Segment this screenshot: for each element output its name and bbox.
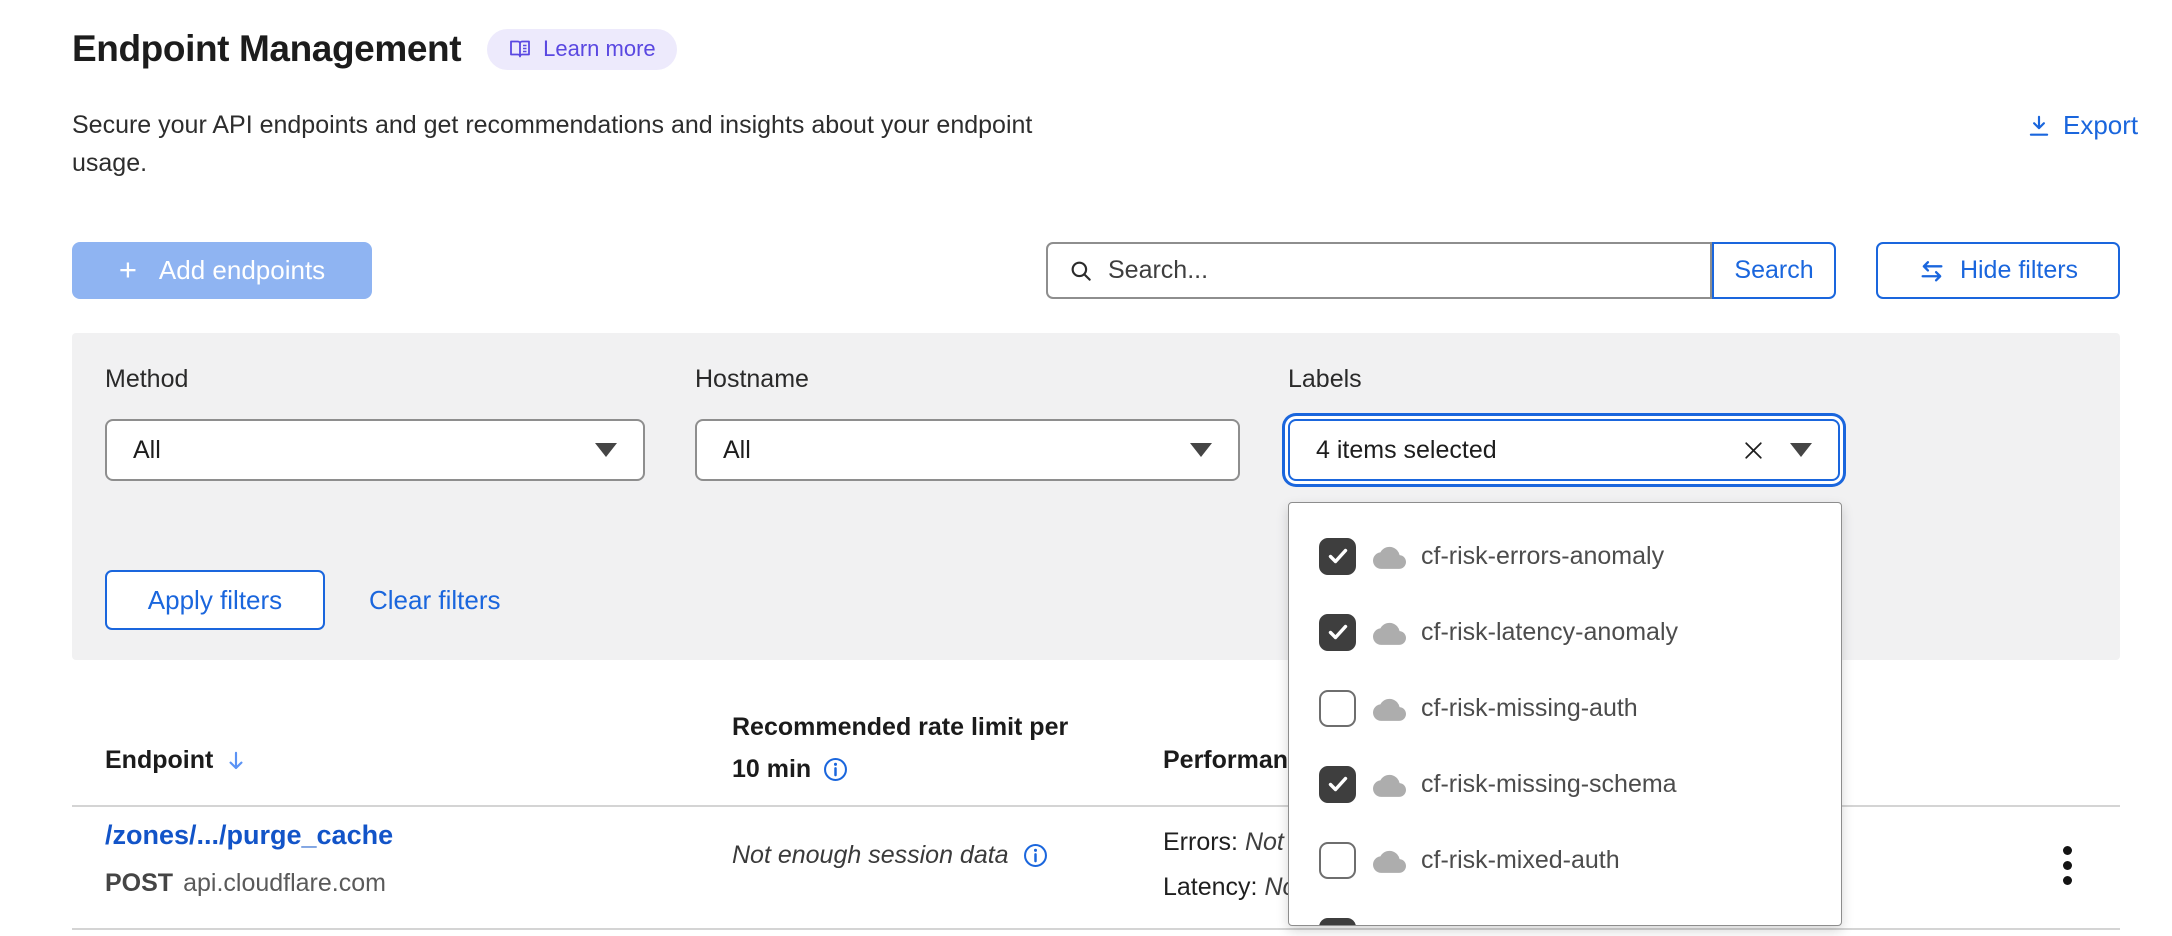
page-title: Endpoint Management [72,28,461,70]
labels-filter-label: Labels [1288,365,1362,394]
clear-selection-icon[interactable] [1741,438,1766,463]
learn-more-label: Learn more [543,36,656,62]
rate-limit-value: Not enough session data [732,841,1009,870]
download-icon [2026,113,2052,139]
label-option[interactable]: cf-risk-latency-anomaly [1289,594,1841,670]
label-option-text: cf-risk-mixed-auth [1421,846,1620,875]
apply-filters-button[interactable]: Apply filters [105,570,325,630]
label-cloud-icon [1373,924,1406,927]
label-option[interactable]: cf-risk-missing-schema [1289,746,1841,822]
label-option-text: cf-risk-missing-auth [1421,694,1638,723]
endpoint-management-page: Endpoint Management Learn more Secure yo… [0,0,2172,936]
checkbox[interactable] [1319,918,1356,927]
checkbox[interactable] [1319,690,1356,727]
table-row-divider [72,928,2120,930]
label-cloud-icon [1373,848,1406,873]
column-header-rate-limit: Recommended rate limit per 10 min [732,706,1068,790]
rate-limit-header-line2: 10 min [732,748,811,790]
hostname-select-value: All [723,436,751,465]
label-cloud-icon [1373,620,1406,645]
info-icon[interactable] [1022,842,1049,869]
sort-down-icon [223,748,249,774]
label-option-text: cf-risk-missing-schema [1421,770,1677,799]
method-filter-label: Method [105,365,188,394]
swap-arrows-icon [1918,257,1946,285]
checkbox[interactable] [1319,842,1356,879]
hostname-select[interactable]: All [695,419,1240,481]
labels-dropdown-panel: cf-risk-errors-anomaly cf-risk-latency-a… [1288,502,1842,926]
label-option[interactable]: cf-risk-mixed-auth [1289,822,1841,898]
label-option-text: cf-risk-latency-anomaly [1421,618,1678,647]
rate-limit-header-line1: Recommended rate limit per [732,706,1068,748]
checkbox[interactable] [1319,766,1356,803]
search-input[interactable] [1108,256,1690,285]
checkbox[interactable] [1319,614,1356,651]
checkbox[interactable] [1319,538,1356,575]
hide-filters-label: Hide filters [1960,256,2078,285]
row-actions-kebab-icon[interactable] [2059,842,2076,889]
label-cloud-icon [1373,772,1406,797]
method-badge: POST [105,869,173,897]
labels-multiselect[interactable]: 4 items selected [1288,419,1840,481]
info-icon[interactable] [822,756,849,783]
method-select[interactable]: All [105,419,645,481]
clear-filters-link[interactable]: Clear filters [369,585,500,616]
endpoint-method-host: POST api.cloudflare.com [105,869,386,898]
hide-filters-button[interactable]: Hide filters [1876,242,2120,299]
subtitle-line-1: Secure your API endpoints and get recomm… [72,106,1032,144]
plus-icon: + [119,254,137,285]
page-subtitle: Secure your API endpoints and get recomm… [72,106,1032,182]
export-button[interactable]: Export [2026,110,2138,141]
book-icon [508,37,532,61]
labels-dropdown-list: cf-risk-errors-anomaly cf-risk-latency-a… [1289,518,1841,926]
subtitle-line-2: usage. [72,144,1032,182]
export-label: Export [2063,110,2138,141]
column-header-endpoint[interactable]: Endpoint [105,746,249,775]
chevron-down-icon [595,443,617,457]
add-endpoints-button[interactable]: + Add endpoints [72,242,372,299]
add-endpoints-label: Add endpoints [159,255,325,286]
method-select-value: All [133,436,161,465]
endpoint-header-label: Endpoint [105,746,213,775]
search-button[interactable]: Search [1712,242,1836,299]
chevron-down-icon [1190,443,1212,457]
chevron-down-icon [1790,443,1812,457]
label-option[interactable] [1289,898,1841,926]
labels-select-value: 4 items selected [1316,436,1497,465]
hostname-filter-label: Hostname [695,365,809,394]
search-icon [1068,258,1094,284]
learn-more-link[interactable]: Learn more [487,29,677,70]
page-header: Endpoint Management Learn more [72,28,677,70]
label-option[interactable]: cf-risk-errors-anomaly [1289,518,1841,594]
rate-limit-cell: Not enough session data [732,841,1049,870]
label-option-text: cf-risk-errors-anomaly [1421,542,1664,571]
label-cloud-icon [1373,544,1406,569]
endpoint-hostname: api.cloudflare.com [183,869,386,897]
search-field [1046,242,1712,299]
latency-label: Latency: [1163,873,1258,901]
errors-label: Errors: [1163,828,1238,856]
label-option[interactable]: cf-risk-missing-auth [1289,670,1841,746]
endpoint-link[interactable]: /zones/.../purge_cache [105,820,393,851]
label-cloud-icon [1373,696,1406,721]
